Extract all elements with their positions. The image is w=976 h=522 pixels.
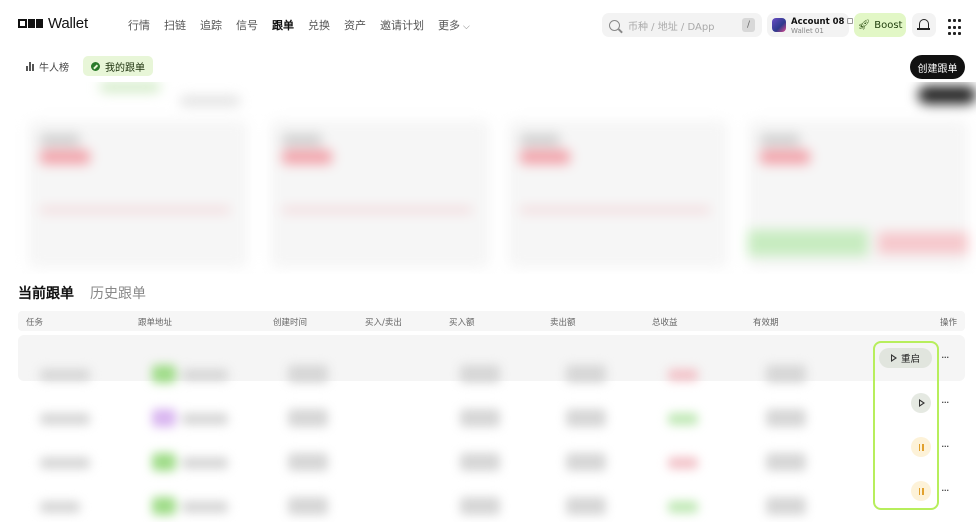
pause-icon [918,487,920,495]
restart-button[interactable]: 重启 [879,348,932,368]
search-shortcut-key: / [742,18,755,32]
pause-button[interactable] [911,481,931,501]
account-name-text: Account 08 [791,17,845,27]
search-input[interactable]: 币种 / 地址 / DApp / [602,13,762,37]
play-icon [890,354,897,362]
grid-dot [953,19,956,22]
copy-icon[interactable] [847,18,854,24]
tab-history-copytrades[interactable]: 历史跟单 [90,283,146,303]
search-icon [609,19,620,31]
search-placeholder: 币种 / 地址 / DApp [628,21,715,33]
restart-label: 重启 [900,354,920,365]
col-validity: 有效期 [753,318,779,328]
start-button[interactable] [911,393,931,413]
nav-item-scan[interactable]: 扫链 [164,17,186,33]
tab-leaderboard[interactable]: 牛人榜 [18,56,77,76]
chevron-down-icon: ⌵ [463,22,470,32]
account-name: Account 08 [791,17,854,27]
nav-item-swap[interactable]: 兑换 [308,17,330,33]
col-actions: 操作 [940,318,958,328]
bell-icon [917,19,930,30]
grid-dot [958,25,961,29]
nav-item-invite[interactable]: 邀请计划 [380,17,424,33]
boost-label: Boost [874,19,903,31]
more-options-icon[interactable]: ··· [941,396,949,409]
okx-wallet-logo[interactable]: Wallet [18,15,88,32]
pause-button[interactable] [911,437,931,457]
more-options-icon[interactable]: ··· [941,351,949,364]
main-nav: 行情 扫链 追踪 信号 跟单 兑换 资产 邀请计划 更多 ⌵ [128,17,470,33]
col-address: 跟单地址 [138,318,173,328]
grid-dot [948,19,951,22]
create-copytrade-button[interactable]: 创建跟单 [910,55,965,79]
nav-item-market[interactable]: 行情 [128,17,150,33]
nav-more-label: 更多 [438,19,460,32]
nav-item-copytrade[interactable]: 跟单 [272,17,294,33]
nav-item-signal[interactable]: 信号 [236,17,258,33]
tab-my-copytrades[interactable]: 我的跟单 [83,56,153,76]
wallet-name: Wallet 01 [791,27,824,35]
more-options-icon[interactable]: ··· [941,440,949,453]
col-buy-amount: 买入额 [449,318,475,328]
copytrade-section-tabs: 当前跟单 历史跟单 [18,283,146,303]
table-header: 任务 跟单地址 创建时间 买入/卖出 买入额 卖出额 总收益 有效期 操作 [18,311,965,331]
pause-icon-bar [922,487,924,495]
grid-dot [953,25,956,29]
boost-button[interactable]: 🚀︎ Boost [854,13,906,37]
tab-my-copytrades-label: 我的跟单 [105,62,145,74]
grid-dot [958,32,961,36]
more-options-icon[interactable]: ··· [941,484,949,497]
col-total-pnl: 总收益 [652,318,678,328]
col-task: 任务 [26,318,44,328]
nav-item-track[interactable]: 追踪 [200,17,222,33]
grid-dot [958,19,961,22]
rocket-icon: 🚀︎ [857,19,871,31]
tab-current-copytrades[interactable]: 当前跟单 [18,283,74,303]
bar-chart-icon [26,61,34,71]
avatar [772,18,786,32]
notifications-button[interactable] [912,13,936,37]
blurred-summary-area [0,82,976,274]
pause-icon [918,443,920,451]
apps-grid-button[interactable] [941,13,965,37]
link-icon [91,61,100,71]
col-sell-amount: 卖出额 [550,318,576,328]
nav-item-more[interactable]: 更多 ⌵ [438,17,470,33]
col-created-time: 创建时间 [273,318,308,328]
pause-icon-bar [922,443,924,451]
blurred-table-rows [18,335,830,522]
grid-dot [948,32,951,36]
grid-dot [948,25,951,29]
play-icon [919,399,925,407]
sub-tabs: 牛人榜 我的跟单 [18,56,153,76]
tab-leaderboard-label: 牛人榜 [39,62,69,74]
okx-logo-icon [18,19,43,28]
nav-item-assets[interactable]: 资产 [344,17,366,33]
col-buy-sell: 买入/卖出 [365,318,402,328]
top-navigation: Wallet 行情 扫链 追踪 信号 跟单 兑换 资产 邀请计划 更多 ⌵ 币种 … [0,0,976,50]
grid-dot [953,32,956,36]
account-switcher[interactable]: Account 08 Wallet 01 [767,13,854,37]
logo-text: Wallet [48,15,88,32]
